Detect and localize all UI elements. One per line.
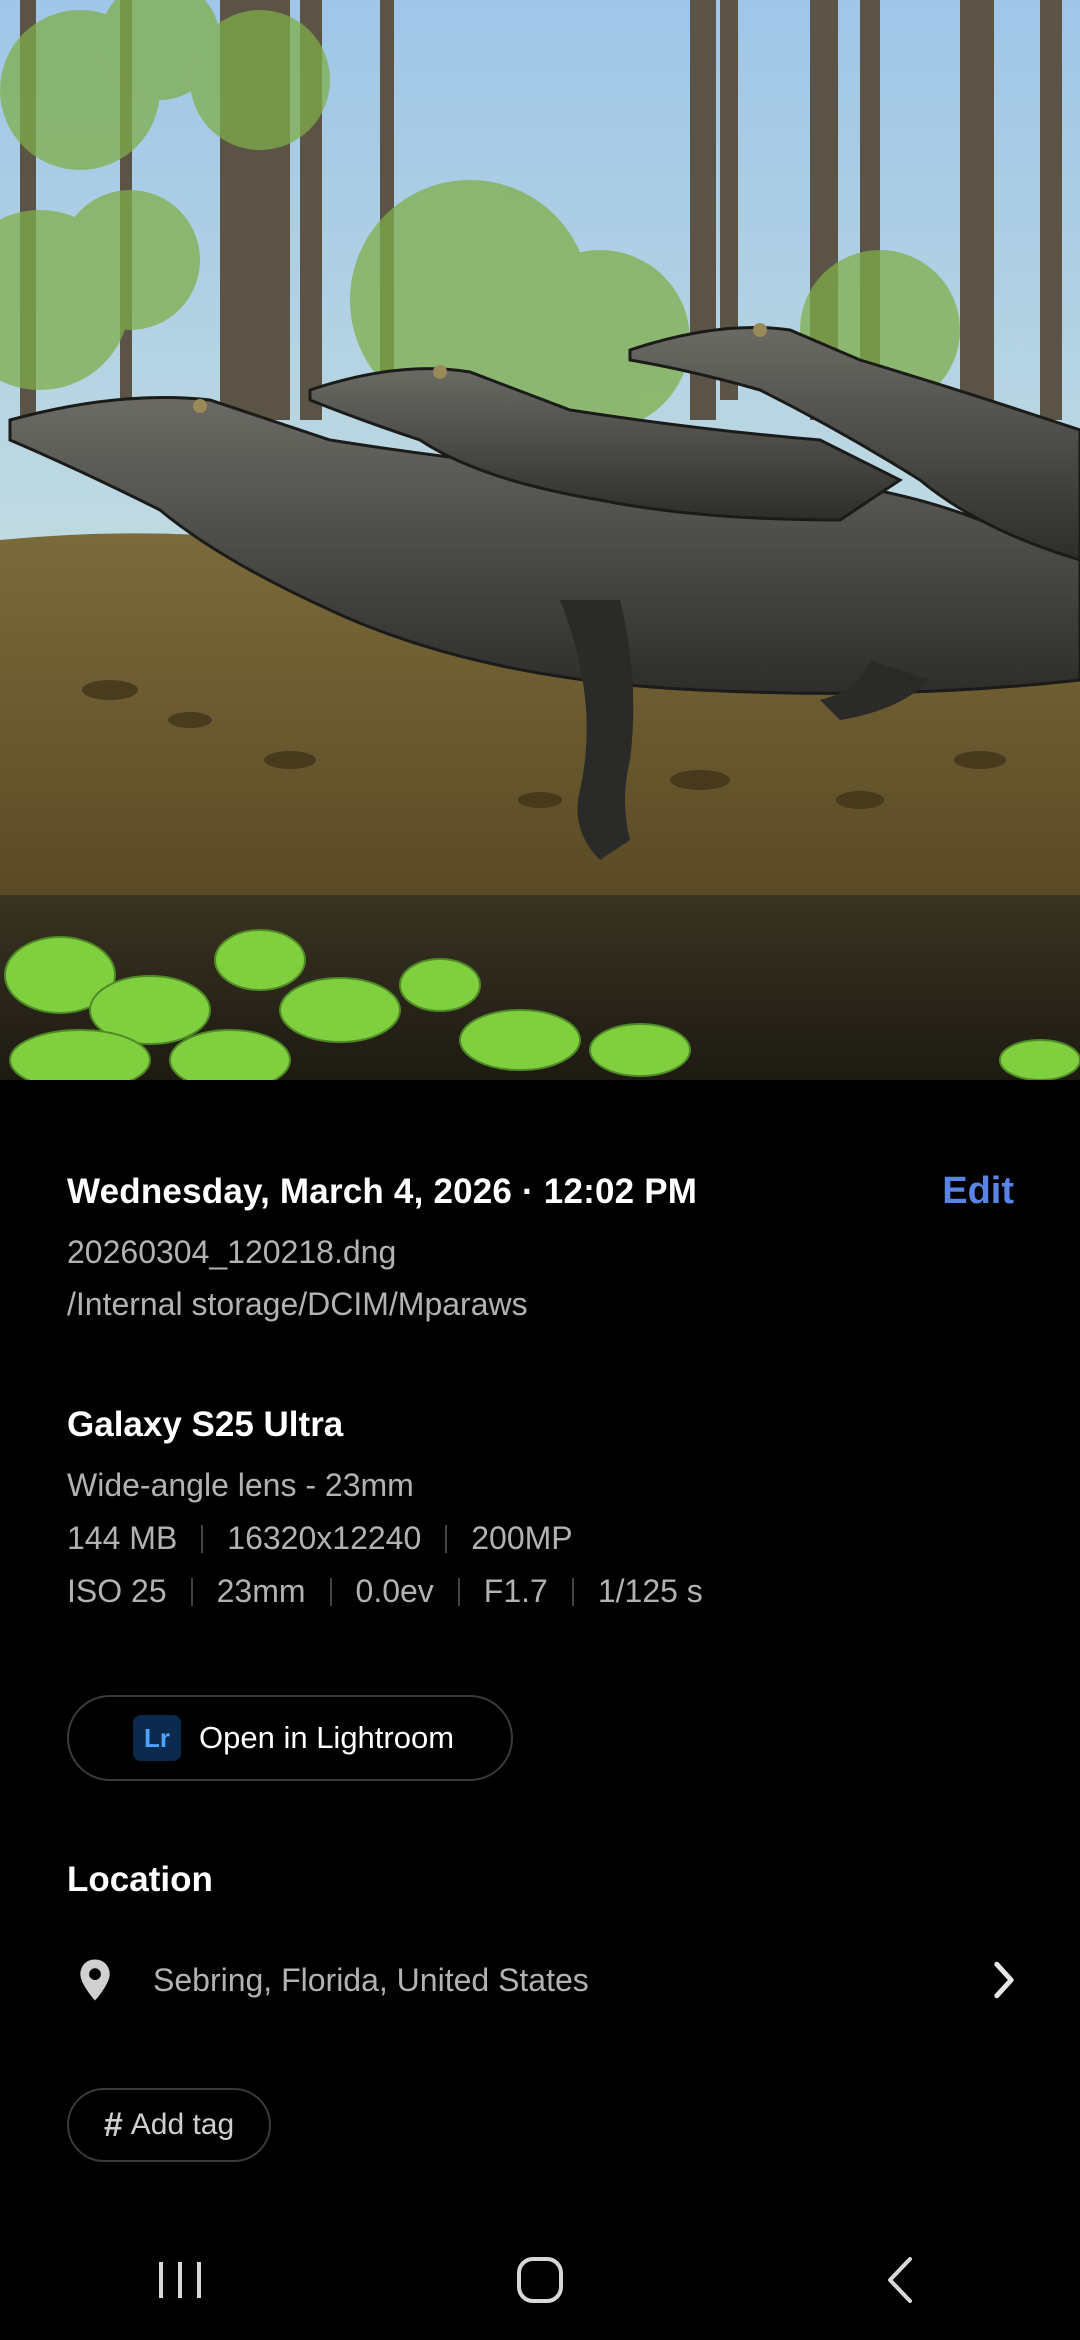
location-text: Sebring, Florida, United States — [153, 1961, 589, 1998]
location-row[interactable]: Sebring, Florida, United States — [67, 1940, 1020, 2020]
lightroom-label: Open in Lightroom — [199, 1720, 455, 1755]
back-button[interactable] — [840, 2220, 960, 2340]
back-icon — [888, 2257, 912, 2303]
iso: ISO 25 — [67, 1573, 167, 1609]
location-title: Location — [67, 1860, 213, 1899]
recent-apps-button[interactable] — [120, 2220, 240, 2340]
divider — [445, 1524, 448, 1553]
hash-icon: # — [103, 2105, 123, 2144]
exposure-info: ISO 25 23mm 0.0ev F1.7 1/125 s — [67, 1573, 1013, 1610]
lightroom-icon: Lr — [133, 1715, 181, 1761]
open-in-lightroom-button[interactable]: Lr Open in Lightroom — [67, 1695, 513, 1781]
divider — [457, 1577, 460, 1606]
divider — [329, 1577, 332, 1606]
divider — [571, 1577, 574, 1606]
location-pin-icon — [80, 1959, 110, 2001]
file-path: /Internal storage/DCIM/Mparaws — [67, 1286, 528, 1322]
add-tag-label: Add tag — [130, 2108, 235, 2141]
photo-datetime: Wednesday, March 4, 2026 · 12:02 PM — [67, 1172, 698, 1211]
add-tag-button[interactable]: # Add tag — [67, 2088, 271, 2162]
shutter-speed: 1/125 s — [597, 1573, 703, 1609]
focal-length: 23mm — [216, 1573, 306, 1609]
device-name: Galaxy S25 Ultra — [67, 1405, 344, 1444]
file-name: 20260304_120218.dng — [67, 1234, 397, 1270]
chevron-right-icon — [994, 1961, 1014, 1999]
photo-preview[interactable] — [0, 0, 1080, 1080]
system-navigation-bar — [0, 2220, 1080, 2340]
divider — [201, 1524, 204, 1553]
file-size: 144 MB — [67, 1520, 178, 1556]
divider — [190, 1577, 193, 1606]
resolution: 16320x12240 — [227, 1520, 422, 1556]
photo-image — [0, 0, 1080, 1080]
aperture: F1.7 — [483, 1573, 548, 1609]
lens-info: Wide-angle lens - 23mm — [67, 1467, 414, 1503]
edit-button[interactable]: Edit — [942, 1170, 1014, 1213]
home-icon — [517, 2257, 563, 2303]
recent-apps-icon — [159, 2262, 201, 2298]
file-size-resolution: 144 MB 16320x12240 200MP — [67, 1520, 1013, 1557]
megapixels: 200MP — [471, 1520, 573, 1556]
home-button[interactable] — [480, 2220, 600, 2340]
exposure-value: 0.0ev — [355, 1573, 434, 1609]
photo-details-panel: Wednesday, March 4, 2026 · 12:02 PM Edit… — [0, 1080, 1080, 2220]
